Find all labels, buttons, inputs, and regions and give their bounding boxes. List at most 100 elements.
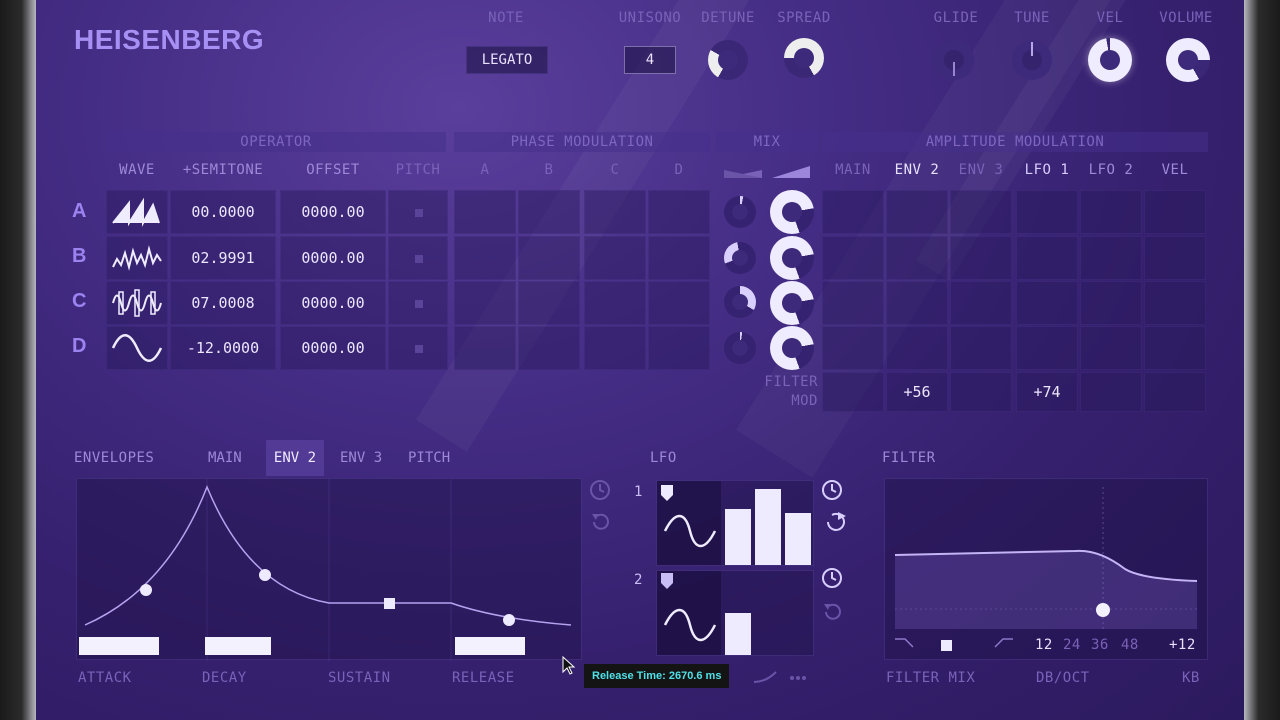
- am-cell[interactable]: [886, 236, 948, 280]
- slope-36[interactable]: 36: [1091, 637, 1109, 653]
- semitone-field-c[interactable]: 07.0008: [170, 281, 276, 325]
- am-cell[interactable]: [822, 326, 884, 370]
- lfo1-rate-bar[interactable]: [725, 509, 751, 565]
- offset-field-b[interactable]: 0000.00: [280, 236, 386, 280]
- release-bar[interactable]: [455, 637, 525, 655]
- lfo1-panel[interactable]: [656, 480, 814, 566]
- am-cell[interactable]: [822, 190, 884, 234]
- filter-mod-cell-lfo2[interactable]: [1080, 372, 1142, 412]
- pm-cell[interactable]: [454, 326, 516, 370]
- wave-select-d[interactable]: [106, 326, 168, 370]
- pitch-toggle-d[interactable]: [388, 326, 448, 370]
- pm-cell[interactable]: [518, 236, 580, 280]
- semitone-field-b[interactable]: 02.9991: [170, 236, 276, 280]
- note-mode-select[interactable]: LEGATO: [466, 46, 548, 74]
- pm-cell[interactable]: [648, 190, 710, 234]
- tune-knob[interactable]: [1012, 40, 1052, 80]
- am-cell[interactable]: [1080, 190, 1142, 234]
- am-cell[interactable]: [1144, 236, 1206, 280]
- offset-field-a[interactable]: 0000.00: [280, 190, 386, 234]
- pitch-toggle-a[interactable]: [388, 190, 448, 234]
- decay-curve-handle[interactable]: [259, 569, 271, 581]
- envelope-graph[interactable]: [76, 478, 582, 661]
- cutoff-handle[interactable]: [1096, 603, 1110, 617]
- am-cell[interactable]: [886, 190, 948, 234]
- lfo2-sine-icon[interactable]: [663, 605, 717, 645]
- pm-cell[interactable]: [648, 281, 710, 325]
- am-cell[interactable]: [1144, 326, 1206, 370]
- offset-field-c[interactable]: 0000.00: [280, 281, 386, 325]
- decay-bar[interactable]: [205, 637, 271, 655]
- am-cell[interactable]: [1016, 190, 1078, 234]
- tab-env-pitch[interactable]: PITCH: [408, 450, 458, 466]
- tab-env-3[interactable]: ENV 3: [340, 450, 390, 466]
- offset-field-d[interactable]: 0000.00: [280, 326, 386, 370]
- mix-level-knob-c[interactable]: [770, 281, 814, 325]
- am-cell[interactable]: [822, 236, 884, 280]
- pitch-toggle-c[interactable]: [388, 281, 448, 325]
- lfo1-retrigger-icon[interactable]: [820, 510, 848, 534]
- am-cell[interactable]: [1080, 326, 1142, 370]
- release-curve-handle[interactable]: [503, 614, 515, 626]
- semitone-field-d[interactable]: -12.0000: [170, 326, 276, 370]
- am-cell[interactable]: [1144, 190, 1206, 234]
- pitch-toggle-b[interactable]: [388, 236, 448, 280]
- pm-cell[interactable]: [648, 236, 710, 280]
- sustain-handle[interactable]: [384, 598, 395, 609]
- filter-mod-cell-lfo1[interactable]: +74: [1016, 372, 1078, 412]
- lfo1-shape-bar[interactable]: [785, 513, 811, 565]
- am-cell[interactable]: [1080, 281, 1142, 325]
- am-cell[interactable]: [1016, 281, 1078, 325]
- am-cell[interactable]: [950, 190, 1012, 234]
- am-cell[interactable]: [950, 281, 1012, 325]
- glide-knob[interactable]: [934, 40, 974, 80]
- spread-knob[interactable]: [784, 38, 824, 78]
- am-cell[interactable]: [1144, 281, 1206, 325]
- pm-cell[interactable]: [584, 281, 646, 325]
- vel-knob[interactable]: [1088, 38, 1132, 82]
- tab-env-main[interactable]: MAIN: [208, 450, 252, 466]
- mix-pan-knob-b[interactable]: [724, 242, 756, 274]
- pm-cell[interactable]: [454, 190, 516, 234]
- wave-select-c[interactable]: [106, 281, 168, 325]
- slope-12[interactable]: 12: [1035, 637, 1053, 653]
- pm-cell[interactable]: [648, 326, 710, 370]
- attack-curve-handle[interactable]: [140, 584, 152, 596]
- lfo2-sync-clock-icon[interactable]: [820, 566, 844, 590]
- mix-pan-knob-d[interactable]: [724, 332, 756, 364]
- pm-cell[interactable]: [584, 326, 646, 370]
- attack-bar[interactable]: [79, 637, 159, 655]
- pm-cell[interactable]: [518, 326, 580, 370]
- slope-48[interactable]: 48: [1121, 637, 1139, 653]
- filter-mod-cell-env2[interactable]: +56: [886, 372, 948, 412]
- lfo1-sync-clock-icon[interactable]: [820, 478, 844, 502]
- filter-graph[interactable]: 12 24 36 48 +12: [884, 478, 1208, 660]
- unison-value-field[interactable]: 4: [624, 46, 676, 74]
- env-loop-icon[interactable]: [588, 510, 612, 534]
- filter-mod-cell-main[interactable]: [822, 372, 884, 412]
- am-cell[interactable]: [1016, 326, 1078, 370]
- mix-pan-knob-c[interactable]: [724, 286, 756, 318]
- tab-env-2[interactable]: ENV 2: [266, 440, 324, 476]
- am-cell[interactable]: [950, 326, 1012, 370]
- am-cell[interactable]: [886, 281, 948, 325]
- mix-level-knob-b[interactable]: [770, 236, 814, 280]
- kb-value[interactable]: +12: [1169, 637, 1196, 653]
- am-cell[interactable]: [822, 281, 884, 325]
- pm-cell[interactable]: [454, 281, 516, 325]
- filter-mod-cell-vel[interactable]: [1144, 372, 1206, 412]
- lfo2-rate-bar[interactable]: [725, 613, 751, 655]
- volume-knob[interactable]: [1166, 38, 1210, 82]
- semitone-field-a[interactable]: 00.0000: [170, 190, 276, 234]
- detune-knob[interactable]: [708, 40, 748, 80]
- mix-level-knob-a[interactable]: [770, 190, 814, 234]
- pm-cell[interactable]: [454, 236, 516, 280]
- pm-cell[interactable]: [518, 281, 580, 325]
- pm-cell[interactable]: [518, 190, 580, 234]
- pm-cell[interactable]: [584, 236, 646, 280]
- lfo1-sine-icon[interactable]: [663, 511, 717, 551]
- filter-mod-cell-env3[interactable]: [950, 372, 1012, 412]
- env-clock-icon[interactable]: [588, 478, 612, 502]
- am-cell[interactable]: [886, 326, 948, 370]
- lfo1-depth-bar[interactable]: [755, 489, 781, 565]
